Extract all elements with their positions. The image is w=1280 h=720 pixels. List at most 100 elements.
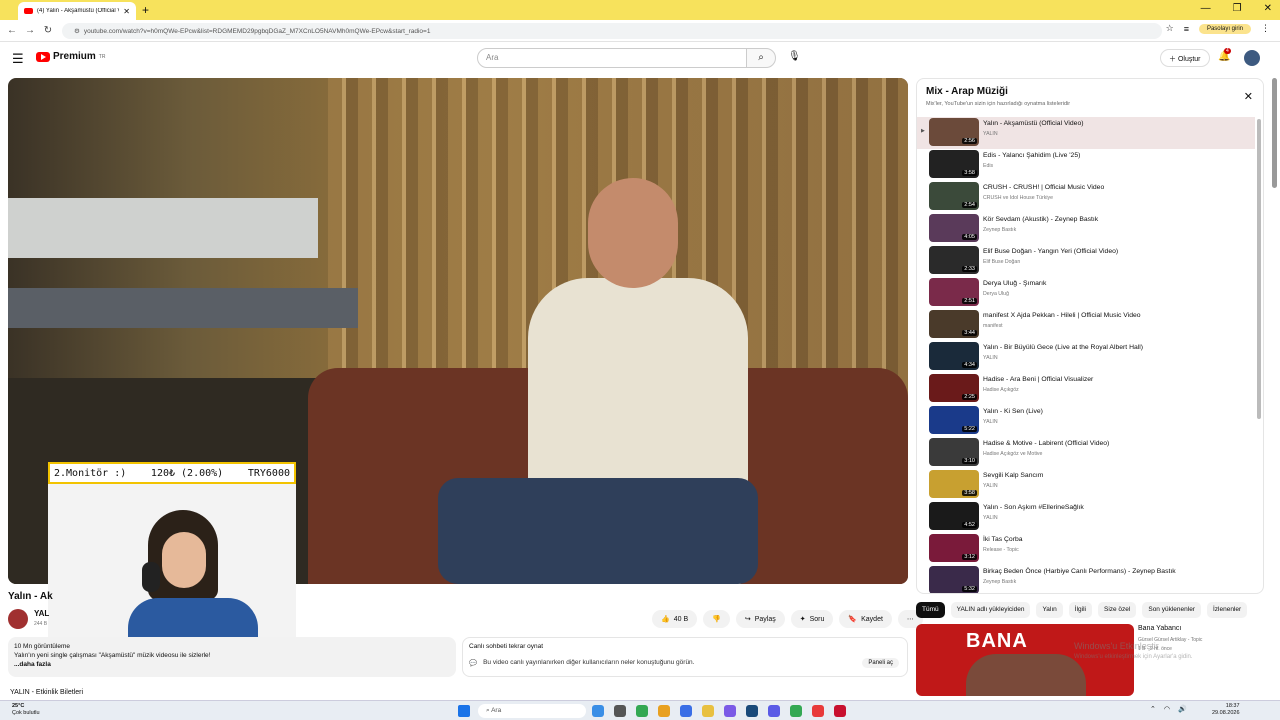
bookmark-icon: 🔖 [848, 616, 858, 623]
playlist-item[interactable]: 3:12 İki Tas Çorba Release - Topic [917, 533, 1255, 565]
playlist-item[interactable]: 2:25 Hadise - Ara Beni | Official Visuali… [917, 373, 1255, 405]
reload-icon[interactable]: ↻ [42, 25, 54, 36]
dislike-button[interactable]: 👎 [703, 610, 730, 628]
playlist-thumbnail[interactable]: 3:10 [929, 438, 979, 466]
playlist-item[interactable]: 5:32 Birkaç Beden Önce (Harbiye Canlı Per… [917, 565, 1255, 593]
minimize-icon[interactable]: — [1201, 3, 1211, 14]
playlist-thumbnail[interactable]: 4:52 [929, 502, 979, 530]
taskbar-app-icon[interactable] [702, 705, 714, 717]
filter-chip[interactable]: Yalın [1036, 602, 1063, 618]
taskbar-app-icon[interactable] [658, 705, 670, 717]
url-field[interactable]: ⚙ youtube.com/watch?v=h0mQWe-EPcw&list=RD… [62, 23, 1162, 39]
description-more[interactable]: ...daha fazla [14, 661, 51, 668]
taskbar-app-icon[interactable] [812, 705, 824, 717]
playlist-thumbnail[interactable]: 4:05 [929, 214, 979, 242]
close-tab-icon[interactable]: ✕ [123, 7, 130, 16]
filter-chip[interactable]: İzlenenler [1206, 602, 1248, 618]
close-playlist-icon[interactable]: ✕ [1244, 90, 1253, 103]
extensions-icon[interactable]: ≡ [1184, 24, 1189, 34]
create-label: Oluştur [1177, 56, 1201, 63]
description-box[interactable]: 10 Mn görüntüleme Yalın'ın yeni single ç… [8, 637, 456, 677]
taskbar-app-icon[interactable] [768, 705, 780, 717]
playlist-thumbnail[interactable]: 3:44 [929, 310, 979, 338]
start-menu-icon[interactable] [458, 705, 470, 717]
account-avatar[interactable] [1244, 50, 1260, 66]
pause-button[interactable]: Pasolayı girin [1198, 23, 1251, 34]
youtube-logo[interactable]: Premium TR [36, 51, 105, 62]
taskbar-app-icon[interactable] [614, 705, 626, 717]
maximize-icon[interactable]: ❐ [1233, 3, 1242, 14]
wifi-icon[interactable]: ◠ [1164, 705, 1170, 713]
filter-chip[interactable]: Son yüklenenler [1142, 602, 1201, 618]
back-icon[interactable]: ← [6, 25, 18, 36]
star-icon[interactable]: ☆ [1166, 23, 1174, 34]
browser-tab[interactable]: (4) Yalın - Akşamüstü (Official V ✕ [18, 2, 136, 20]
playlist-thumbnail[interactable]: 2:56 [929, 118, 979, 146]
search-icon[interactable]: ⌕ [746, 48, 776, 68]
search-input[interactable]: Ara [477, 48, 747, 68]
filter-chip[interactable]: Tümü [916, 602, 945, 618]
playlist-item[interactable]: 3:58 Edis - Yalancı Şahidim (Live '25) Edi… [917, 149, 1255, 181]
ask-button[interactable]: ✦ Soru [790, 610, 834, 628]
recommendation-title[interactable]: Bana Yabancı [1138, 625, 1181, 632]
playlist-thumbnail[interactable]: 5:22 [929, 406, 979, 434]
playlist-thumbnail[interactable]: 3:58 [929, 150, 979, 178]
playlist-item[interactable]: 4:52 Yalın - Son Aşkım #EllerineSağlık YAL… [917, 501, 1255, 533]
playlist-item[interactable]: 4:34 Yalın - Bir Büyülü Gece (Live at the… [917, 341, 1255, 373]
playlist-item[interactable]: 3:44 manifest X Ajda Pekkan - Hileli | Of… [917, 309, 1255, 341]
chevron-up-icon[interactable]: ⌃ [1150, 705, 1156, 713]
new-tab-button[interactable]: + [142, 3, 149, 17]
taskbar-app-icon[interactable] [790, 705, 802, 717]
page-scrollbar[interactable] [1272, 78, 1277, 188]
taskbar-app-icon[interactable] [636, 705, 648, 717]
clock[interactable]: 18:37 29.08.2026 [1212, 703, 1240, 717]
microphone-icon[interactable]: 🎙 [788, 51, 801, 62]
notifications-bell-icon[interactable]: 🔔 4 [1218, 48, 1231, 62]
clock-time: 18:37 [1225, 703, 1240, 709]
speaker-icon[interactable]: 🔊 [1178, 705, 1187, 713]
playlist-thumbnail[interactable]: 4:34 [929, 342, 979, 370]
filter-chip[interactable]: YALIN adlı yükleyiciden [950, 602, 1031, 618]
recommendation-thumbnail[interactable]: BANA [916, 624, 1134, 696]
hamburger-menu-icon[interactable]: ☰ [12, 51, 24, 67]
taskbar-app-icon[interactable] [746, 705, 758, 717]
create-button[interactable]: ＋ Oluştur [1160, 49, 1210, 67]
taskbar-app-icon[interactable] [834, 705, 846, 717]
open-panel-button[interactable]: Paneli aç [862, 658, 899, 668]
playlist-thumbnail[interactable]: 3:58 [929, 470, 979, 498]
like-button[interactable]: 👍 40 B [652, 610, 698, 628]
playlist-thumbnail[interactable]: 3:12 [929, 534, 979, 562]
playlist-item[interactable]: ▶ 2:56 Yalın - Akşamüstü (Official Video) Y… [917, 117, 1255, 149]
taskbar-app-icon[interactable] [724, 705, 736, 717]
playlist-thumbnail[interactable]: 2:51 [929, 278, 979, 306]
weather-widget[interactable]: 25°C Çok bulutlu [12, 703, 40, 717]
playlist-thumbnail[interactable]: 2:54 [929, 182, 979, 210]
taskbar-search[interactable]: ⌕ Ara [478, 704, 586, 718]
channel-avatar[interactable] [8, 609, 28, 629]
playlist-item[interactable]: 4:05 Kör Sevdam (Akustik) - Zeynep Bastık… [917, 213, 1255, 245]
taskbar-app-icon[interactable] [592, 705, 604, 717]
streamer-image [128, 502, 258, 648]
playlist-thumbnail[interactable]: 5:32 [929, 566, 979, 593]
playlist-item[interactable]: 2:33 Elif Buse Doğan - Yangın Yeri (Offic… [917, 245, 1255, 277]
forward-icon[interactable]: → [24, 25, 36, 36]
save-button[interactable]: 🔖 Kaydet [839, 610, 892, 628]
playlist-thumbnail[interactable]: 2:33 [929, 246, 979, 274]
playlist-item[interactable]: 3:10 Hadise & Motive - Labirent (Official… [917, 437, 1255, 469]
site-info-icon[interactable]: ⚙ [74, 28, 80, 35]
video-frame-jeans [438, 478, 758, 584]
events-link[interactable]: YALIN - Etkinlik Biletleri [10, 689, 83, 696]
taskbar-app-icon[interactable] [680, 705, 692, 717]
channel-name[interactable]: YAL [34, 609, 49, 618]
playlist-item[interactable]: 2:51 Derya Uluğ - Şımarık Derya Uluğ [917, 277, 1255, 309]
playlist-scrollbar[interactable] [1257, 119, 1261, 419]
menu-dots-icon[interactable]: ⋮ [1261, 23, 1270, 34]
playlist-item[interactable]: 2:54 CRUSH - CRUSH! | Official Music Vide… [917, 181, 1255, 213]
playlist-item[interactable]: 3:58 Sevgili Kalp Sancım YALIN [917, 469, 1255, 501]
playlist-item[interactable]: 5:22 Yalın - Ki Sen (Live) YALIN [917, 405, 1255, 437]
filter-chip[interactable]: Size özel [1097, 602, 1137, 618]
close-window-icon[interactable]: ✕ [1264, 3, 1272, 14]
playlist-thumbnail[interactable]: 2:25 [929, 374, 979, 402]
filter-chip[interactable]: İlgili [1068, 602, 1092, 618]
share-button[interactable]: ↪ Paylaş [735, 610, 785, 628]
